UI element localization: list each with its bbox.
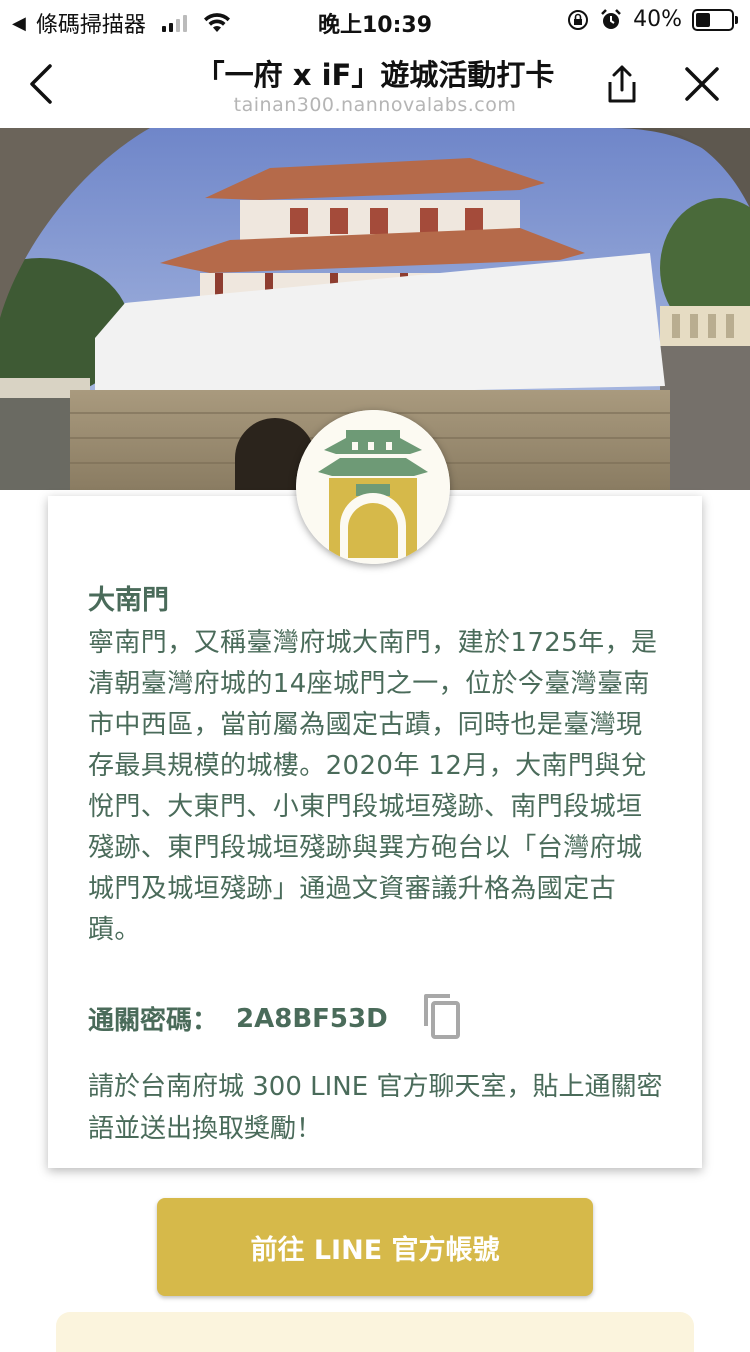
next-section-card: [56, 1312, 694, 1352]
status-bar: ◀ 條碼掃描器 晚上10:39 40%: [0, 0, 750, 40]
passcode-label: 通關密碼：: [88, 1006, 219, 1036]
copy-icon[interactable]: [420, 992, 462, 1040]
battery-icon: [692, 8, 738, 31]
gate-badge-logo: [296, 410, 450, 564]
share-icon[interactable]: [604, 64, 640, 104]
status-right: 40%: [567, 7, 738, 32]
nav-bar: 「一府 x iF」遊城活動打卡 tainan300.nannovalabs.co…: [0, 40, 750, 128]
passcode-row: 通關密碼： 2A8BF53D: [88, 1000, 388, 1037]
rotation-lock-icon: [568, 9, 589, 30]
passcode-value[interactable]: 2A8BF53D: [236, 1004, 388, 1034]
alarm-icon: [601, 8, 621, 29]
battery-percent: 40%: [633, 7, 682, 32]
battery-level: [696, 12, 710, 27]
gate-badge-icon: [296, 410, 450, 564]
redeem-instruction: 請於台南府城 300 LINE 官方聊天室，貼上通關密語並送出換取獎勵！: [88, 1072, 663, 1144]
close-icon[interactable]: [684, 66, 720, 102]
spot-title: 大南門: [88, 585, 169, 616]
spot-description: 寧南門，又稱臺灣府城大南門，建於1725年，是清朝臺灣府城的14座城門之一，位於…: [88, 628, 658, 945]
go-to-line-official-account-button[interactable]: 前往 LINE 官方帳號: [157, 1198, 593, 1296]
